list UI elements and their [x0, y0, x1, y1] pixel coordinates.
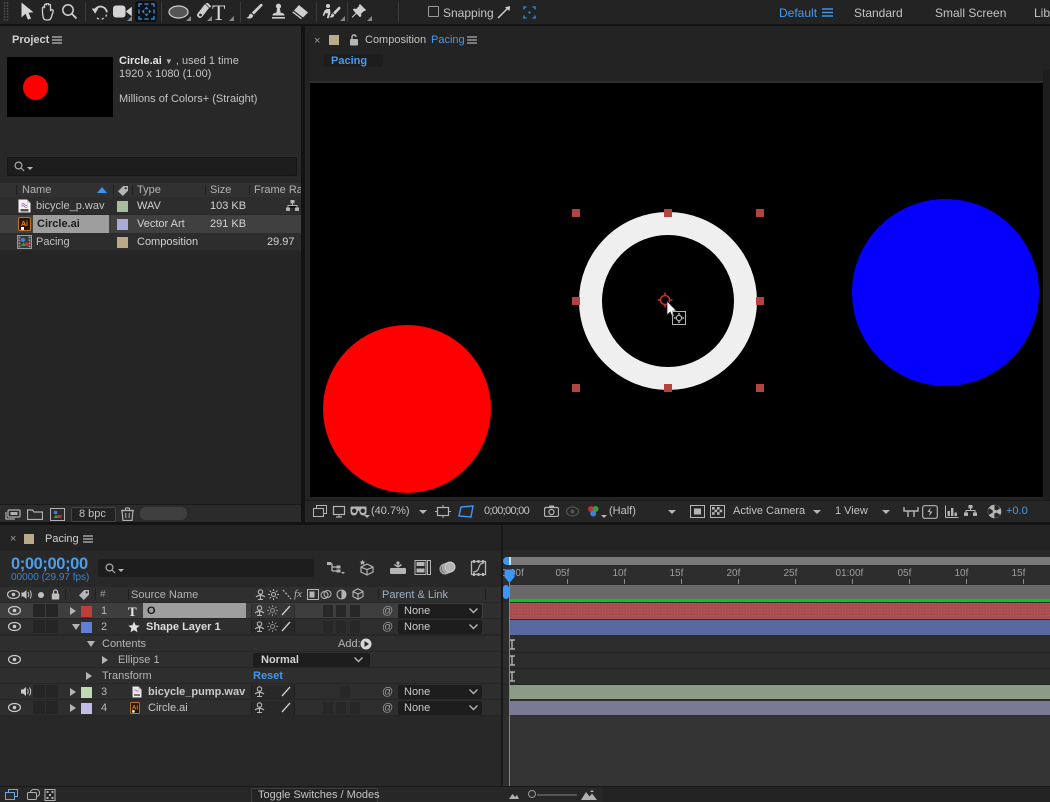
svg-text:Ai: Ai — [21, 221, 28, 228]
